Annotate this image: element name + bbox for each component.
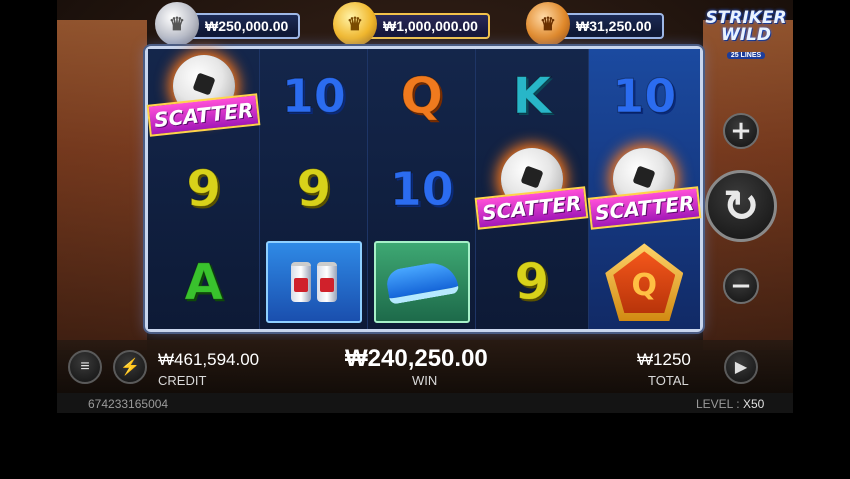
- stadium-left-decor: [57, 20, 147, 350]
- symbol-9: 9: [476, 236, 587, 329]
- total-bet-value: ₩1250: [637, 350, 691, 369]
- symbol-boot: [368, 236, 475, 329]
- spin-button[interactable]: ↻: [705, 170, 777, 242]
- symbol-q-badge: Q: [589, 236, 700, 329]
- symbol-scatter: SCATTER: [587, 142, 702, 235]
- level-value: X50: [742, 397, 765, 411]
- symbol-9-glyph: 9: [514, 253, 550, 312]
- silver-medal-icon: ♛: [155, 2, 199, 46]
- bronze-medal-icon: ♛: [526, 2, 570, 46]
- turbo-button[interactable]: ⚡: [113, 350, 147, 384]
- total-bet-label: TOTAL: [648, 373, 689, 388]
- round-id: 674233165004: [88, 397, 169, 411]
- logo-lines-badge: 25 LINES: [726, 52, 766, 59]
- symbol-a: A: [148, 236, 259, 329]
- reel-3: Q 10: [368, 49, 477, 329]
- win-value: ₩240,250.00: [345, 345, 488, 372]
- football-boot-icon: [373, 241, 470, 324]
- symbol-10: 10: [260, 49, 367, 142]
- symbol-9-glyph: 9: [186, 159, 222, 218]
- symbol-10: 10: [589, 49, 700, 142]
- symbol-10-glyph: 10: [281, 68, 346, 123]
- reel-grid: SCATTER 9 A 10 9 Q 10 K SCATTER 9 10 SCA…: [145, 46, 703, 332]
- win-label: WIN: [412, 373, 438, 388]
- credit-value: ₩461,594.00: [158, 350, 260, 369]
- symbol-a-glyph: A: [184, 253, 224, 312]
- level-separator: :: [736, 397, 740, 411]
- scatter-label: SCATTER: [146, 92, 261, 137]
- pentagon-badge-icon: Q: [605, 243, 684, 322]
- level-indicator: LEVEL : X50: [696, 397, 764, 411]
- increase-bet-button[interactable]: +: [723, 113, 759, 149]
- scatter-label: SCATTER: [474, 186, 589, 230]
- level-label: LEVEL: [696, 397, 733, 411]
- menu-button[interactable]: ≡: [68, 350, 102, 384]
- jackpot-gold: ♛ ₩1,000,000.00: [333, 2, 490, 46]
- symbol-k-glyph: K: [512, 66, 552, 125]
- reel-5: 10 SCATTER Q: [587, 49, 702, 329]
- symbol-k: K: [476, 49, 587, 142]
- reel-4: K SCATTER 9: [474, 49, 589, 329]
- symbol-scatter: SCATTER: [146, 49, 261, 142]
- can-icon: [290, 262, 311, 303]
- drink-cans-icon: [265, 241, 362, 324]
- symbol-q-glyph: Q: [400, 66, 444, 125]
- reel-2: 10 9: [260, 49, 369, 329]
- symbol-9-glyph: 9: [296, 159, 332, 218]
- symbol-q: Q: [368, 49, 475, 142]
- decrease-bet-button[interactable]: −: [723, 268, 759, 304]
- symbol-10-glyph: 10: [612, 68, 677, 123]
- symbol-10-glyph: 10: [389, 161, 454, 216]
- scatter-label: SCATTER: [587, 186, 702, 230]
- boot-shape: [384, 259, 460, 306]
- symbol-9: 9: [148, 142, 259, 235]
- symbol-10: 10: [368, 142, 475, 235]
- logo-line-2: WILD: [720, 25, 772, 45]
- jackpot-silver: ♛ ₩250,000.00: [155, 2, 301, 46]
- credit-label: CREDIT: [158, 373, 207, 388]
- can-icon: [316, 262, 337, 303]
- symbol-9: 9: [260, 142, 367, 235]
- badge-letter: Q: [631, 267, 658, 303]
- reel-1: SCATTER 9 A: [146, 49, 261, 329]
- symbol-drinks: [260, 236, 367, 329]
- jackpot-bronze: ♛ ₩31,250.00: [526, 2, 664, 46]
- autoplay-button[interactable]: ▶: [724, 350, 758, 384]
- gold-medal-icon: ♛: [333, 2, 377, 46]
- symbol-scatter: SCATTER: [474, 142, 589, 235]
- game-logo: STRIKER WILD 25 LINES: [705, 10, 787, 68]
